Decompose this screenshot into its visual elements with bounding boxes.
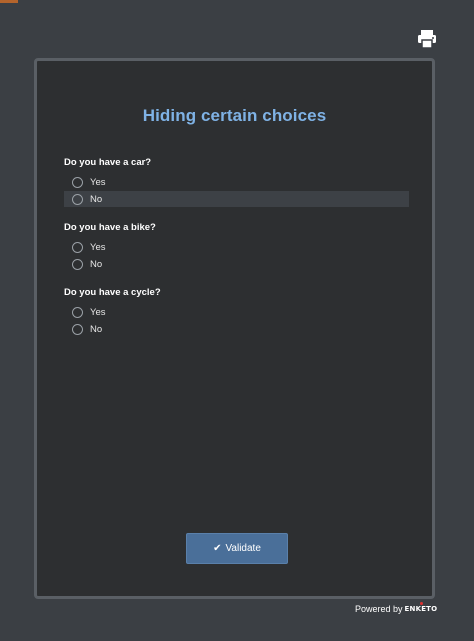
question-label: Do you have a cycle?	[64, 287, 161, 298]
brand-dot	[419, 602, 423, 605]
form-card: Hiding certain choices Do you have a car…	[34, 58, 435, 599]
option-cycle-yes[interactable]: Yes	[64, 304, 409, 320]
option-label: No	[90, 323, 103, 335]
option-label: No	[90, 193, 103, 205]
radio-button[interactable]	[72, 241, 83, 253]
powered-by-text: Powered by	[355, 604, 403, 614]
option-bike-no[interactable]: No	[64, 256, 409, 272]
option-label: Yes	[90, 241, 106, 253]
check-icon: ✔	[213, 542, 222, 554]
validate-button[interactable]: ✔ Validate	[186, 533, 288, 564]
footer: Powered by ENKETO	[355, 602, 438, 614]
question-label: Do you have a bike?	[64, 222, 156, 233]
question-cycle: Do you have a cycle? Yes No	[64, 287, 409, 337]
option-label: Yes	[90, 176, 106, 188]
radio-button[interactable]	[72, 323, 83, 335]
radio-button[interactable]	[72, 176, 83, 188]
option-bike-yes[interactable]: Yes	[64, 239, 409, 255]
radio-button[interactable]	[72, 193, 83, 205]
option-label: No	[90, 258, 103, 270]
page: Hiding certain choices Do you have a car…	[0, 0, 474, 641]
option-label: Yes	[90, 306, 106, 318]
printer-icon[interactable]	[416, 28, 438, 50]
brand-logo[interactable]: ENKETO	[404, 602, 438, 613]
option-car-yes[interactable]: Yes	[64, 174, 409, 190]
option-car-no[interactable]: No	[64, 191, 409, 207]
radio-button[interactable]	[72, 306, 83, 318]
top-accent-bar	[0, 0, 18, 3]
question-car: Do you have a car? Yes No	[64, 157, 409, 207]
validate-label: Validate	[225, 543, 261, 554]
question-label: Do you have a car?	[64, 157, 152, 168]
form-title: Hiding certain choices	[142, 106, 327, 125]
option-cycle-no[interactable]: No	[64, 321, 409, 337]
radio-button[interactable]	[72, 258, 83, 270]
brand-name: ENKETO	[404, 605, 438, 613]
question-bike: Do you have a bike? Yes No	[64, 222, 409, 272]
